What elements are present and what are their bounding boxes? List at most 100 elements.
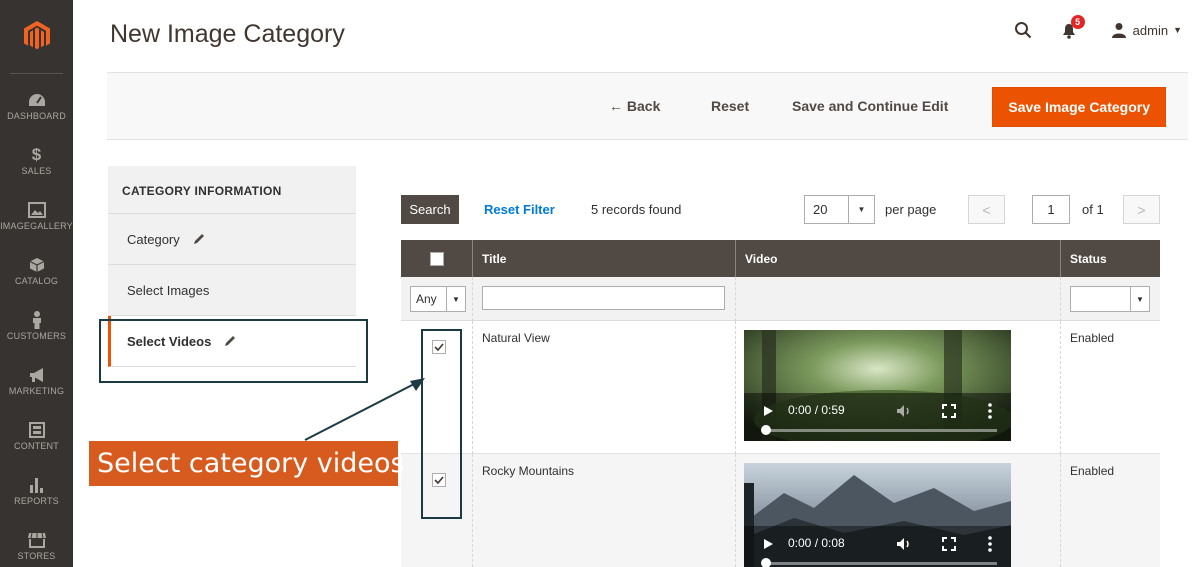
- menu-label: STORES: [17, 551, 56, 561]
- filter-cell: [736, 277, 1061, 321]
- notifications-button[interactable]: 5: [1061, 15, 1085, 42]
- tab-category[interactable]: Category: [108, 214, 356, 265]
- video-progress-bar[interactable]: [763, 562, 997, 565]
- per-page-value: 20: [813, 202, 828, 217]
- selection-filter-select[interactable]: Any ▼: [410, 286, 466, 312]
- select-all-cell: [401, 240, 473, 277]
- column-status[interactable]: Status: [1061, 240, 1160, 277]
- play-icon[interactable]: [762, 538, 774, 550]
- more-options-icon[interactable]: [988, 536, 992, 552]
- title-cell: Rocky Mountains: [473, 454, 736, 567]
- header-actions: 5 admin ▼: [1011, 15, 1182, 42]
- menu-item-content[interactable]: CONTENT: [0, 408, 73, 463]
- back-button[interactable]: ← Back: [609, 73, 660, 139]
- reset-button[interactable]: Reset: [711, 73, 749, 139]
- save-category-button[interactable]: Save Image Category: [992, 87, 1166, 127]
- video-scrubber[interactable]: [761, 558, 771, 567]
- page-number-input[interactable]: 1: [1032, 195, 1070, 224]
- volume-icon[interactable]: [896, 404, 912, 418]
- table-row[interactable]: Natural View Enabled 0:00 / 0:59: [401, 321, 1160, 454]
- status-cell: Enabled: [1070, 331, 1115, 345]
- menu-item-stores[interactable]: STORES: [0, 518, 73, 567]
- menu-label: MARKETING: [8, 386, 65, 396]
- magento-logo[interactable]: [0, 0, 73, 72]
- fullscreen-icon[interactable]: [942, 404, 956, 418]
- grid-header: Title Video Status: [401, 240, 1160, 277]
- menu-item-dashboard[interactable]: DASHBOARD: [0, 78, 73, 133]
- layout-icon: [27, 420, 47, 440]
- video-time: 0:00 / 0:59: [788, 403, 845, 417]
- menu-label: REPORTS: [14, 496, 59, 506]
- video-time: 0:00 / 0:08: [788, 536, 845, 550]
- chevron-down-icon: ▼: [1130, 287, 1149, 311]
- tab-label: Select Images: [127, 282, 210, 298]
- grid-toolbar: Search Reset Filter 5 records found 20 ▼…: [401, 195, 1161, 225]
- image-icon: [27, 200, 47, 220]
- dollar-icon: $: [31, 145, 42, 164]
- video-player[interactable]: 0:00 / 0:59: [744, 330, 1011, 441]
- tab-label: Category: [127, 231, 180, 247]
- admin-menu: DASHBOARD $ SALES IMAGEGALLERY CATALOG C…: [0, 0, 73, 567]
- notification-count-badge: 5: [1070, 15, 1085, 29]
- menu-item-imagegallery[interactable]: IMAGEGALLERY: [0, 188, 73, 243]
- video-progress-bar[interactable]: [763, 429, 997, 432]
- next-page-button[interactable]: >: [1123, 195, 1160, 224]
- video-scrubber[interactable]: [761, 425, 771, 435]
- menu-label: SALES: [21, 166, 52, 176]
- search-button[interactable]: Search: [401, 195, 459, 224]
- save-and-continue-button[interactable]: Save and Continue Edit: [792, 73, 948, 139]
- reset-filter-link[interactable]: Reset Filter: [484, 195, 555, 224]
- status-cell: Enabled: [1070, 464, 1115, 478]
- annotation-highlight-tab: [99, 319, 368, 383]
- video-controls: 0:00 / 0:08: [744, 526, 1011, 567]
- play-icon[interactable]: [762, 405, 774, 417]
- previous-page-button[interactable]: <: [968, 195, 1005, 224]
- annotation-highlight-checkboxes: [421, 329, 462, 519]
- pencil-icon: [192, 232, 206, 246]
- user-menu[interactable]: admin ▼: [1111, 22, 1182, 38]
- per-page-select[interactable]: 20 ▼: [804, 195, 875, 224]
- menu-item-reports[interactable]: REPORTS: [0, 463, 73, 518]
- title-filter-input[interactable]: [482, 286, 725, 310]
- grid-filter-row: Any ▼ ▼: [401, 277, 1160, 321]
- menu-divider: [10, 73, 63, 74]
- volume-icon[interactable]: [896, 537, 912, 551]
- column-title[interactable]: Title: [473, 240, 736, 277]
- menu-label: CATALOG: [14, 276, 59, 286]
- page-title: New Image Category: [110, 20, 345, 48]
- status-filter-select[interactable]: ▼: [1070, 286, 1150, 312]
- chevron-left-icon: <: [982, 201, 991, 218]
- search-icon[interactable]: [1011, 18, 1035, 42]
- user-icon: [1111, 23, 1126, 38]
- fullscreen-icon[interactable]: [942, 537, 956, 551]
- records-count: 5 records found: [591, 202, 682, 217]
- chevron-down-icon: ▼: [1173, 25, 1182, 35]
- dashboard-icon: [27, 90, 47, 110]
- menu-item-customers[interactable]: CUSTOMERS: [0, 298, 73, 353]
- menu-label: CONTENT: [14, 441, 59, 451]
- table-row[interactable]: Rocky Mountains Enabled 0:00 / 0:08: [401, 454, 1160, 567]
- page-total: of 1: [1082, 202, 1104, 217]
- select-all-checkbox[interactable]: [430, 251, 444, 266]
- video-player[interactable]: 0:00 / 0:08: [744, 463, 1011, 567]
- tab-select-images[interactable]: Select Images: [108, 265, 356, 316]
- menu-label: DASHBOARD: [7, 111, 66, 121]
- tabs-title: CATEGORY INFORMATION: [108, 166, 356, 214]
- menu-item-marketing[interactable]: MARKETING: [0, 353, 73, 408]
- chevron-down-icon: ▼: [848, 196, 874, 223]
- menu-label: IMAGEGALLERY: [0, 221, 73, 231]
- more-options-icon[interactable]: [988, 403, 992, 419]
- chevron-down-icon: ▼: [446, 287, 465, 311]
- page-actions-bar: ← Back Reset Save and Continue Edit Save…: [107, 72, 1188, 140]
- chevron-right-icon: >: [1137, 201, 1146, 218]
- megaphone-icon: [27, 365, 47, 385]
- bar-chart-icon: [27, 475, 47, 495]
- person-icon: [27, 310, 47, 330]
- filter-any-value: Any: [416, 292, 437, 306]
- annotation-label: Select category videos: [89, 441, 405, 486]
- menu-item-sales[interactable]: $ SALES: [0, 133, 73, 188]
- column-video[interactable]: Video: [736, 240, 1061, 277]
- menu-label: CUSTOMERS: [6, 331, 67, 341]
- menu-item-catalog[interactable]: CATALOG: [0, 243, 73, 298]
- store-icon: [27, 530, 47, 550]
